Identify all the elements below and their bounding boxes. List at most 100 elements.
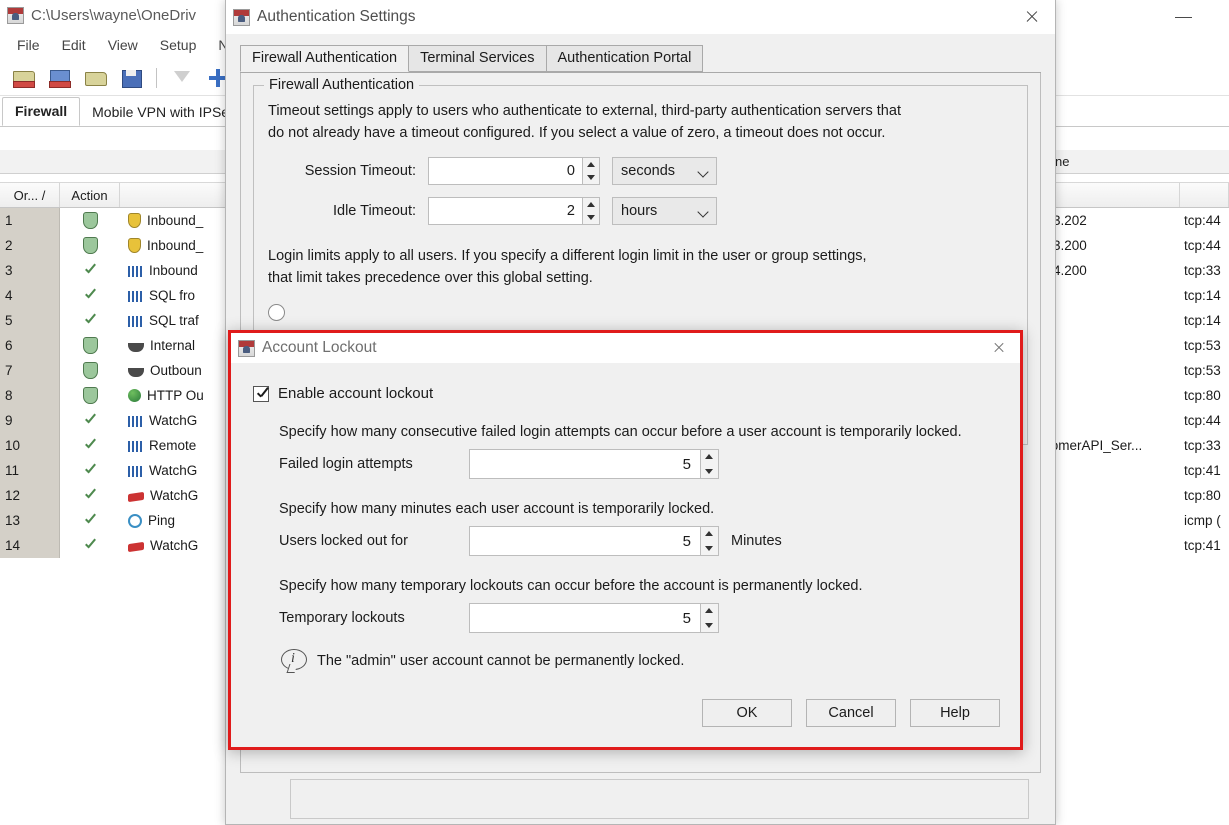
policy-name-text: HTTP Ou <box>147 388 204 403</box>
open-from-device-icon[interactable] <box>12 68 35 88</box>
spin-down-icon[interactable] <box>583 171 599 184</box>
cell-action <box>60 513 120 528</box>
packet-icon <box>128 491 144 503</box>
spin-up-icon[interactable] <box>583 198 599 211</box>
check-icon <box>83 263 98 278</box>
auth-tabbar: Firewall Authentication Terminal Service… <box>240 45 1041 73</box>
cell-policy-name: Inbound <box>120 263 230 278</box>
tab-mobile-vpn-with-ipsec[interactable]: Mobile VPN with IPSe <box>80 99 241 126</box>
session-timeout-stepper[interactable]: 0 <box>428 156 600 185</box>
failed-login-attempts-label: Failed login attempts <box>279 456 413 472</box>
cell-policy-name: Internal <box>120 338 230 353</box>
check-icon <box>83 438 98 453</box>
failed-login-attempts-stepper[interactable]: 5 <box>469 449 719 479</box>
auth-dialog-titlebar: Authentication Settings <box>226 0 1055 34</box>
tab-firewall-authentication[interactable]: Firewall Authentication <box>240 45 410 72</box>
cell-action <box>60 387 120 404</box>
session-timeout-label: Session Timeout: <box>304 162 416 179</box>
column-header-action[interactable]: Action <box>60 183 120 207</box>
spin-up-icon[interactable] <box>701 450 718 464</box>
session-timeout-input[interactable]: 0 <box>428 156 583 185</box>
temporary-lockouts-input[interactable]: 5 <box>469 603 701 633</box>
idle-timeout-stepper[interactable]: 2 <box>428 196 600 225</box>
filter-icon[interactable] <box>171 68 193 88</box>
cell-policy-name: Outboun <box>120 363 230 378</box>
column-header-port[interactable] <box>1180 183 1229 207</box>
policy-name-text: Inbound_ <box>147 238 204 253</box>
idle-timeout-spin-buttons[interactable] <box>583 196 600 225</box>
spin-up-icon[interactable] <box>701 527 718 541</box>
policy-manager-icon <box>7 6 24 24</box>
menu-item-file[interactable]: File <box>6 35 51 55</box>
cell-policy-name: HTTP Ou <box>120 388 230 403</box>
close-icon[interactable] <box>1009 0 1055 34</box>
users-locked-out-row: Users locked out for 5 Minutes <box>231 526 1020 556</box>
cell-order: 2 <box>0 233 60 258</box>
grid-group-header-name: ne <box>1055 154 1070 169</box>
users-locked-out-stepper[interactable]: 5 <box>469 526 719 556</box>
enable-account-lockout-checkbox[interactable] <box>253 385 269 402</box>
session-timeout-spin-buttons[interactable] <box>583 156 600 185</box>
help-button[interactable]: Help <box>910 699 1000 727</box>
lockout-dialog-titlebar: Account Lockout <box>231 333 1020 363</box>
chevron-down-icon <box>697 166 709 178</box>
cell-port: tcp:53 <box>1184 363 1221 378</box>
spin-down-icon[interactable] <box>701 618 718 632</box>
failed-login-description: Specify how many consecutive failed logi… <box>279 424 962 440</box>
intro-line-2: do not already have a timeout configured… <box>268 125 886 142</box>
cell-policy-name: SQL fro <box>120 288 230 303</box>
users-locked-out-spin-buttons[interactable] <box>701 526 719 556</box>
lockout-dialog-title: Account Lockout <box>262 339 377 356</box>
spin-down-icon[interactable] <box>583 211 599 224</box>
cell-policy-name: Remote <box>120 438 230 453</box>
minutes-locked-description: Specify how many minutes each user accou… <box>279 501 715 517</box>
cancel-button[interactable]: Cancel <box>806 699 896 727</box>
check-icon <box>83 463 98 478</box>
users-locked-out-input[interactable]: 5 <box>469 526 701 556</box>
close-icon[interactable] <box>980 333 1018 363</box>
cell-order: 5 <box>0 308 60 333</box>
cell-port: tcp:41 <box>1184 463 1221 478</box>
temporary-lockouts-spin-buttons[interactable] <box>701 603 719 633</box>
cell-port: tcp:80 <box>1184 488 1221 503</box>
cell-order: 9 <box>0 408 60 433</box>
idle-timeout-unit-select[interactable]: hours <box>612 196 717 225</box>
minimize-button[interactable] <box>1161 0 1207 30</box>
temporary-lockouts-stepper[interactable]: 5 <box>469 603 719 633</box>
info-icon: i <box>281 649 307 673</box>
tab-authentication-portal[interactable]: Authentication Portal <box>545 45 704 72</box>
tab-terminal-services[interactable]: Terminal Services <box>408 45 547 72</box>
failed-login-attempts-spin-buttons[interactable] <box>701 449 719 479</box>
cell-port: tcp:33 <box>1184 263 1221 278</box>
spin-down-icon[interactable] <box>701 541 718 555</box>
menu-item-setup[interactable]: Setup <box>149 35 208 55</box>
http-proxy-icon <box>128 389 141 402</box>
save-to-device-icon[interactable] <box>48 68 71 88</box>
cell-order: 14 <box>0 533 60 558</box>
open-file-icon[interactable] <box>84 68 107 88</box>
policy-manager-icon <box>233 8 250 26</box>
spin-up-icon[interactable] <box>701 604 718 618</box>
spin-down-icon[interactable] <box>701 464 718 478</box>
cell-action <box>60 438 120 453</box>
auth-sub-panel <box>290 779 1029 819</box>
save-file-icon[interactable] <box>120 68 142 88</box>
shield-icon <box>82 387 98 404</box>
menu-item-view[interactable]: View <box>97 35 149 55</box>
tab-firewall[interactable]: Firewall <box>2 97 81 126</box>
shield-icon <box>82 362 98 379</box>
column-header-order[interactable]: Or... / <box>0 183 60 207</box>
intro-line-1: Timeout settings apply to users who auth… <box>268 103 901 119</box>
cell-action <box>60 538 120 553</box>
ok-button[interactable]: OK <box>702 699 792 727</box>
enable-account-lockout-row[interactable]: Enable account lockout <box>231 363 1020 402</box>
cell-policy-name: WatchG <box>120 488 230 503</box>
failed-login-attempts-input[interactable]: 5 <box>469 449 701 479</box>
cell-policy-name: SQL traf <box>120 313 230 328</box>
login-limit-radio[interactable] <box>268 303 285 321</box>
menu-item-edit[interactable]: Edit <box>51 35 97 55</box>
enable-account-lockout-label: Enable account lockout <box>278 385 434 402</box>
idle-timeout-input[interactable]: 2 <box>428 196 583 225</box>
session-timeout-unit-select[interactable]: seconds <box>612 156 717 185</box>
spin-up-icon[interactable] <box>583 158 599 171</box>
